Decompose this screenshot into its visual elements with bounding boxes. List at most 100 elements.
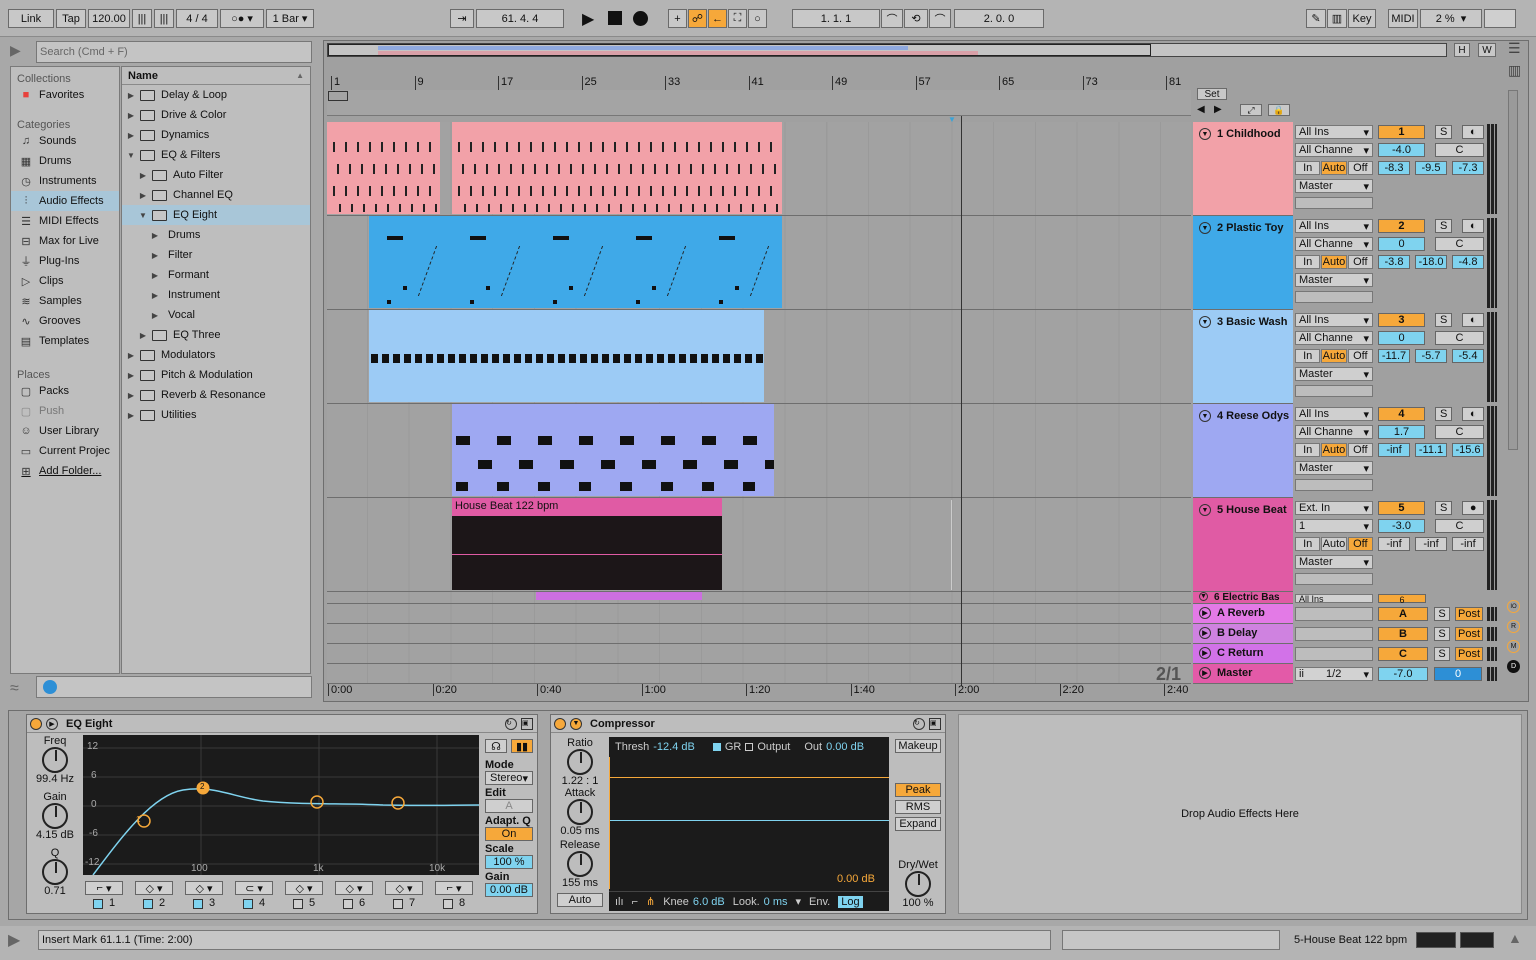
ratio-value[interactable]: 1.22 : 1 (557, 775, 603, 787)
punch-out-icon[interactable]: ⌒ (929, 9, 951, 28)
gain-knob[interactable] (42, 803, 68, 829)
input-channel-select[interactable]: All Channe ▾ (1295, 143, 1373, 157)
return-output-field[interactable] (1295, 647, 1373, 661)
loop-start-field[interactable]: 1. 1. 1 (792, 9, 880, 28)
link-button[interactable]: Link (8, 9, 54, 28)
output-checkbox[interactable] (745, 743, 754, 751)
lock-icon[interactable]: 🔒 (1268, 104, 1290, 116)
dry-wet-value[interactable]: 100 % (895, 897, 941, 909)
output-channel-field[interactable] (1295, 573, 1373, 585)
monitor-auto-button[interactable]: Auto (1321, 349, 1347, 363)
input-channel-select[interactable]: All Channe ▾ (1295, 425, 1373, 439)
band-enable-checkbox[interactable] (393, 899, 403, 909)
ratio-knob[interactable] (567, 749, 593, 775)
output-select[interactable]: Master ▾ (1295, 461, 1373, 475)
tree-item[interactable]: ▶ Drive & Color (122, 105, 310, 125)
drop-zone[interactable]: Drop Audio Effects Here (958, 714, 1522, 914)
time-signature-field[interactable]: 4 / 4 (176, 9, 218, 28)
sidebar-item-plug-ins[interactable]: ⏚ Plug-Ins (11, 251, 119, 271)
solo-button[interactable]: S (1434, 607, 1450, 621)
clip-electric-bass[interactable] (536, 592, 702, 600)
sidebar-item-push[interactable]: ▢ Push (11, 401, 119, 421)
solo-button[interactable]: S (1434, 501, 1453, 515)
arm-icon[interactable]: ◐ (1462, 219, 1484, 233)
device-on-icon[interactable] (30, 717, 42, 730)
volume-field[interactable]: 1.7 (1378, 425, 1426, 439)
track-header[interactable]: ▼ 6 Electric Bas (1193, 592, 1293, 604)
clip-reese-odys[interactable] (452, 404, 774, 496)
output-select[interactable]: Master ▾ (1295, 273, 1373, 287)
triangle-right-icon[interactable]: ▶ (126, 371, 136, 380)
tree-item[interactable]: ▶ Pitch & Modulation (122, 365, 310, 385)
output-channel-field[interactable] (1295, 197, 1373, 209)
play-icon[interactable]: ▶ (582, 9, 600, 28)
triangle-right-icon[interactable]: ▶ (126, 111, 136, 120)
input-type-select[interactable]: All Ins ▾ (1295, 407, 1373, 421)
tree-item[interactable]: ▶ Delay & Loop (122, 85, 310, 105)
return-track-header[interactable]: ▶ B Delay (1193, 624, 1293, 644)
input-type-select[interactable]: All Ins ▾ (1295, 125, 1373, 139)
attack-value[interactable]: 0.05 ms (557, 825, 603, 837)
sidebar-item-drums[interactable]: ▦ Drums (11, 151, 119, 171)
tree-item[interactable]: ▶ Formant (122, 265, 310, 285)
track-header[interactable]: ▼ 3 Basic Wash (1193, 310, 1293, 404)
return-track-header[interactable]: ▶ A Reverb (1193, 604, 1293, 624)
pan-field[interactable]: C (1435, 519, 1484, 533)
release-value[interactable]: 155 ms (557, 877, 603, 889)
monitor-off-button[interactable]: Off (1347, 161, 1373, 175)
fold-icon[interactable]: ▼ (1199, 504, 1211, 516)
loop-length-field[interactable]: 2. 0. 0 (954, 9, 1044, 28)
track-activator[interactable]: 5 (1378, 501, 1425, 515)
fold-icon[interactable]: ▼ (1199, 128, 1211, 140)
triangle-right-icon[interactable]: ▶ (138, 191, 148, 200)
output-channel-field[interactable] (1295, 479, 1373, 491)
solo-button[interactable]: S (1434, 313, 1453, 327)
freq-knob[interactable] (42, 747, 68, 773)
tree-item[interactable]: ▶ Instrument (122, 285, 310, 305)
mixer-view-icon[interactable]: ▥ (1508, 62, 1526, 80)
sidebar-item-audio-effects[interactable]: ⫶ Audio Effects (11, 191, 119, 211)
solo-button[interactable]: S (1434, 125, 1453, 139)
q-knob[interactable] (42, 859, 68, 885)
band-filter-type-select[interactable]: ◇ ▾ (285, 881, 323, 895)
device-view-toggle-icon[interactable]: ▲ (1508, 930, 1528, 950)
input-type-select[interactable]: All Ins ▾ (1295, 313, 1373, 327)
output-select[interactable]: Master ▾ (1295, 179, 1373, 193)
output-channel-field[interactable] (1295, 385, 1373, 397)
delay-toggle-icon[interactable]: D (1507, 660, 1520, 673)
track-activator[interactable]: 3 (1378, 313, 1425, 327)
sidebar-item-sounds[interactable]: ♫ Sounds (11, 131, 119, 151)
fold-icon[interactable]: ▼ (1199, 410, 1211, 422)
master-volume-field[interactable]: -7.0 (1378, 667, 1428, 681)
monitor-in-button[interactable]: In (1295, 161, 1321, 175)
fold-icon[interactable]: ▶ (1199, 667, 1211, 679)
eq-graph[interactable]: 12 6 0 -6 -12 100 1k 10k 1 2 (83, 735, 480, 876)
browser-toggle-icon[interactable]: ▶ (10, 42, 30, 60)
band-enable-checkbox[interactable] (143, 899, 153, 909)
tree-item[interactable]: ▶ Reverb & Resonance (122, 385, 310, 405)
record-icon[interactable] (633, 11, 648, 26)
monitor-auto-button[interactable]: Auto (1321, 443, 1347, 457)
input-channel-select[interactable]: All Channe ▾ (1295, 237, 1373, 251)
tree-item[interactable]: ▶ Vocal (122, 305, 310, 325)
track-header[interactable]: ▼ 4 Reese Odys (1193, 404, 1293, 498)
expand-icon[interactable]: ⤢ (1240, 104, 1262, 116)
band-enable-checkbox[interactable] (243, 899, 253, 909)
volume-field[interactable]: 0 (1378, 331, 1426, 345)
sidebar-item-grooves[interactable]: ∿ Grooves (11, 311, 119, 331)
pan-field[interactable]: C (1435, 143, 1484, 157)
tree-item[interactable]: ▼ EQ Eight (122, 205, 310, 225)
output-select[interactable]: Master ▾ (1295, 555, 1373, 569)
h-button[interactable]: H (1454, 43, 1470, 57)
fold-icon[interactable]: ▶ (1199, 647, 1211, 659)
time-ruler[interactable]: 0:00 0:20 0:40 1:00 1:20 1:40 2:00 2:20 2:40 (327, 684, 1191, 698)
io-toggle-icon[interactable]: IO (1507, 600, 1520, 613)
post-button[interactable]: Post (1455, 627, 1483, 641)
band-enable-checkbox[interactable] (293, 899, 303, 909)
stop-icon[interactable] (608, 11, 622, 25)
band-enable-checkbox[interactable] (343, 899, 353, 909)
back-to-arrangement-icon[interactable]: ← (708, 9, 727, 28)
freq-value[interactable]: 99.4 Hz (35, 773, 75, 785)
device-expand-icon[interactable]: ▶ (46, 717, 58, 730)
triangle-right-icon[interactable]: ▶ (126, 91, 136, 100)
